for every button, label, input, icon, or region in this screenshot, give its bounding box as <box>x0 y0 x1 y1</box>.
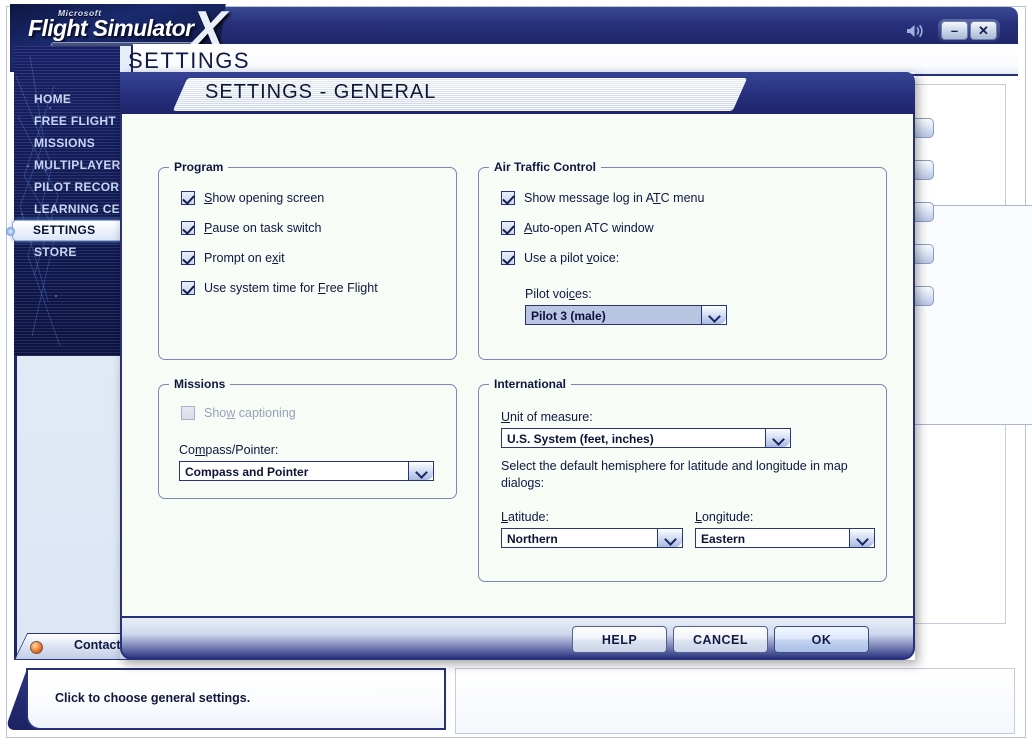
group-missions-legend: Missions <box>169 377 231 391</box>
speaker-icon[interactable] <box>904 21 926 41</box>
unit-of-measure-label: Unit of measure: <box>501 410 593 424</box>
group-international: International Unit of measure: U.S. Syst… <box>478 377 887 582</box>
latitude-select[interactable]: Northern <box>501 528 683 548</box>
checkbox-box-icon[interactable] <box>501 191 515 205</box>
checkbox-pause-on-task-switch[interactable]: Pause on task switch <box>181 221 321 235</box>
checkbox-show-captioning[interactable]: Show captioning <box>181 406 296 420</box>
sidebar-item-learning-center[interactable]: LEARNING CENTER <box>14 198 154 220</box>
compass-pointer-select[interactable]: Compass and Pointer <box>179 461 434 481</box>
minimize-button[interactable]: – <box>941 21 968 40</box>
group-international-legend: International <box>489 377 572 391</box>
sidebar-item-multiplayer[interactable]: MULTIPLAYER <box>14 154 126 176</box>
checkbox-label: Auto-open ATC window <box>524 221 654 235</box>
checkbox-box-icon[interactable] <box>501 221 515 235</box>
checkbox-box-icon[interactable] <box>181 221 195 235</box>
sidebar-nav: HOME FREE FLIGHT MISSIONS MULTIPLAYER PI… <box>12 88 154 263</box>
page-title: SETTINGS <box>128 48 251 73</box>
pilot-voices-value: Pilot 3 (male) <box>526 306 701 324</box>
group-air-traffic-control: Air Traffic Control Show message log in … <box>478 160 887 360</box>
checkbox-box-icon[interactable] <box>181 191 195 205</box>
sidebar-item-missions[interactable]: MISSIONS <box>14 132 126 154</box>
status-led-icon <box>30 641 43 654</box>
unit-of-measure-value: U.S. System (feet, inches) <box>507 432 654 446</box>
checkbox-prompt-on-exit[interactable]: Prompt on exit <box>181 251 285 265</box>
pilot-voices-label: Pilot voices: <box>525 287 592 301</box>
chevron-down-icon[interactable] <box>849 529 874 547</box>
checkbox-label: Pause on task switch <box>204 221 322 235</box>
window-button-group: – ✕ <box>938 19 1000 42</box>
checkbox-box-icon[interactable] <box>181 281 195 295</box>
checkbox-box-icon[interactable] <box>181 251 195 265</box>
chevron-down-icon[interactable] <box>657 529 682 547</box>
checkbox-box-icon[interactable] <box>181 406 195 420</box>
checkbox-show-opening-screen[interactable]: Show opening screen <box>181 191 324 205</box>
dialog-title: SETTINGS - GENERAL <box>205 81 437 103</box>
compass-pointer-value: Compass and Pointer <box>185 465 309 479</box>
latitude-value: Northern <box>507 532 558 546</box>
help-button[interactable]: HELP <box>572 626 667 653</box>
window-controls: – ✕ <box>904 19 1000 42</box>
dialog-footer: HELP CANCEL OK <box>120 618 915 660</box>
sidebar-item-free-flight[interactable]: FREE FLIGHT <box>14 110 126 132</box>
checkbox-label: Show captioning <box>204 406 296 420</box>
checkbox-use-pilot-voice[interactable]: Use a pilot voice: <box>501 251 619 265</box>
group-missions: Missions Show captioning Compass/Pointer… <box>158 377 457 499</box>
cancel-button[interactable]: CANCEL <box>673 626 768 653</box>
group-program-legend: Program <box>169 160 229 174</box>
ok-button[interactable]: OK <box>774 626 869 653</box>
app-root: – ✕ Microsoft Flight Simulator STEAM EDI… <box>0 0 1032 744</box>
checkbox-use-system-time[interactable]: Use system time for Free Flight <box>181 281 378 295</box>
group-atc-legend: Air Traffic Control <box>489 160 602 174</box>
checkbox-show-message-log[interactable]: Show message log in ATC menu <box>501 191 704 205</box>
checkbox-box-icon[interactable] <box>501 251 515 265</box>
hemisphere-helper-text: Select the default hemisphere for latitu… <box>501 459 848 490</box>
latitude-label: Latitude: <box>501 510 549 524</box>
longitude-value: Eastern <box>701 532 746 546</box>
sidebar-item-settings[interactable]: SETTINGS <box>12 220 126 241</box>
settings-general-dialog: SETTINGS - GENERAL Program Show opening … <box>120 72 915 660</box>
group-program: Program Show opening screen Pause on tas… <box>158 160 457 360</box>
close-button[interactable]: ✕ <box>970 21 997 40</box>
sidebar-item-pilot-records[interactable]: PILOT RECORDS <box>14 176 136 198</box>
unit-of-measure-select[interactable]: U.S. System (feet, inches) <box>501 428 791 448</box>
compass-pointer-label: Compass/Pointer: <box>179 443 279 457</box>
chevron-down-icon[interactable] <box>701 306 726 324</box>
checkbox-auto-open-atc-window[interactable]: Auto-open ATC window <box>501 221 654 235</box>
status-message: Click to choose general settings. <box>55 691 251 705</box>
sidebar-item-home[interactable]: HOME <box>14 88 126 110</box>
longitude-select[interactable]: Eastern <box>695 528 875 548</box>
pilot-voices-select[interactable]: Pilot 3 (male) <box>525 305 727 325</box>
longitude-label: Longitude: <box>695 510 754 524</box>
checkbox-label: Use system time for Free Flight <box>204 281 378 295</box>
chevron-down-icon[interactable] <box>765 429 790 447</box>
checkbox-label: Prompt on exit <box>204 251 285 265</box>
background-tray-right <box>455 668 1015 734</box>
checkbox-label: Use a pilot voice: <box>524 251 620 265</box>
dialog-body: Program Show opening screen Pause on tas… <box>120 114 915 618</box>
sidebar-item-store[interactable]: STORE <box>14 241 126 263</box>
checkbox-label: Show opening screen <box>204 191 325 205</box>
chevron-down-icon[interactable] <box>408 462 433 480</box>
checkbox-label: Show message log in ATC menu <box>524 191 705 205</box>
